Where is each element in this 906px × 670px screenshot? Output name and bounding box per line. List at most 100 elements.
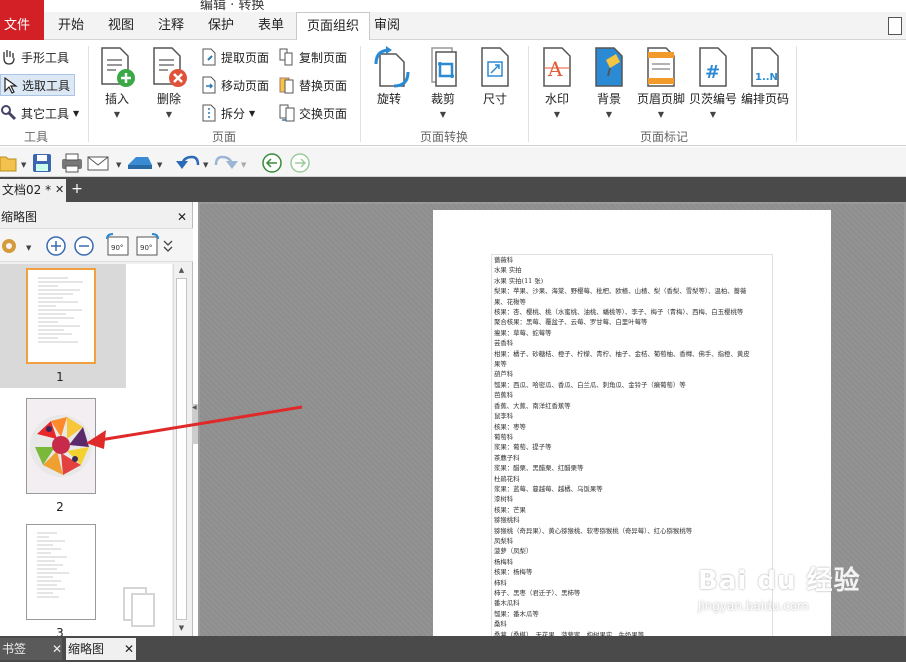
- close-icon[interactable]: ✕: [52, 638, 62, 660]
- size-button[interactable]: 尺寸: [472, 46, 518, 107]
- replace-pages-button[interactable]: 替换页面: [278, 76, 347, 94]
- document-tab[interactable]: 文档02 * ✕: [0, 179, 66, 202]
- notes-icon[interactable]: [888, 17, 902, 35]
- tab-form[interactable]: 表单: [248, 12, 294, 40]
- rotate-right-icon[interactable]: 90°: [136, 233, 159, 256]
- extract-pages-button[interactable]: 提取页面: [200, 48, 269, 66]
- select-tool-button[interactable]: 选取工具: [0, 74, 76, 96]
- chevron-down-icon[interactable]: ▼: [157, 161, 163, 169]
- document-text-line: 桑科: [494, 620, 507, 629]
- bates-number-button[interactable]: # 贝茨编号 ▼: [688, 46, 738, 119]
- tab-home[interactable]: 开始: [48, 12, 94, 40]
- chevron-down-icon[interactable]: ▼: [203, 161, 209, 169]
- thumbnails-tab[interactable]: 缩略图 ✕: [66, 638, 136, 660]
- watermark-label: 水印: [544, 92, 569, 106]
- scroll-thumb[interactable]: [176, 278, 187, 620]
- insert-page-button[interactable]: 插入 ▼: [94, 46, 140, 119]
- chevron-down-icon[interactable]: ▼: [21, 161, 27, 169]
- tab-file[interactable]: 文件: [0, 12, 44, 40]
- scan-icon[interactable]: [128, 157, 152, 169]
- document-text-line: 蔷薇科: [494, 256, 514, 264]
- zoom-in-icon[interactable]: [46, 236, 66, 256]
- watermark-button[interactable]: A 水印 ▼: [534, 46, 580, 119]
- tab-comment[interactable]: 注释: [148, 12, 194, 40]
- panel-collapse-handle[interactable]: ◀: [192, 404, 198, 444]
- background-label: 背景: [596, 92, 621, 106]
- move-page-icon: [200, 76, 218, 94]
- insert-page-icon: [100, 46, 135, 87]
- chevron-down-icon[interactable]: ▼: [26, 244, 32, 252]
- back-icon[interactable]: [262, 153, 282, 173]
- delete-label: 删除: [156, 92, 181, 106]
- size-label: 尺寸: [482, 92, 507, 106]
- chevron-down-icon[interactable]: ▼: [241, 161, 247, 169]
- document-text-line: 香蕉、大蕉、南洋红香蕉等: [494, 401, 571, 410]
- expand-more-icon[interactable]: [163, 240, 173, 252]
- page-number-button[interactable]: 1..N 编排页码: [740, 46, 790, 107]
- extract-page-icon: [200, 48, 218, 66]
- fruit-platter-image: [27, 399, 95, 493]
- bookmarks-tab[interactable]: 书签 ✕: [0, 638, 62, 660]
- header-footer-button[interactable]: 页眉页脚 ▼: [636, 46, 686, 119]
- chevron-down-icon[interactable]: ▼: [116, 161, 122, 169]
- forward-icon[interactable]: [290, 153, 310, 173]
- zoom-out-icon[interactable]: [74, 236, 94, 256]
- crop-icon: [426, 46, 460, 87]
- header-footer-icon: [644, 46, 678, 87]
- page-thumbnail-3[interactable]: [26, 524, 96, 620]
- delete-page-button[interactable]: 删除 ▼: [146, 46, 192, 119]
- rotate-label: 旋转: [376, 92, 401, 106]
- chevron-down-icon: ▼: [605, 110, 613, 119]
- copy-pages-button[interactable]: 复制页面: [278, 48, 347, 66]
- redo-icon[interactable]: [214, 155, 238, 169]
- tab-page-organize[interactable]: 页面组织: [296, 12, 371, 41]
- tab-view[interactable]: 视图: [98, 12, 144, 40]
- scroll-down-arrow[interactable]: ▼: [176, 624, 187, 634]
- page-number-label: 编排页码: [740, 92, 789, 106]
- scroll-up-arrow[interactable]: ▲: [176, 266, 187, 276]
- document-text-line: 核果：杏、樱桃、桃（水蜜桃、油桃、蟠桃等）、李子、梅子（青梅）、西梅、白玉樱桃等: [494, 308, 744, 317]
- delete-page-icon: [152, 46, 187, 87]
- open-folder-icon[interactable]: [0, 156, 17, 172]
- select-cursor-icon: [1, 76, 19, 94]
- tab-review[interactable]: 审阅: [364, 12, 410, 40]
- thumbnails-tab-label: 缩略图: [68, 642, 105, 656]
- page-number-3: 3: [56, 626, 64, 636]
- tab-protect[interactable]: 保护: [198, 12, 244, 40]
- document-text-line: 芭蕉科: [494, 391, 514, 400]
- add-tab-icon[interactable]: +: [70, 181, 84, 197]
- other-tools-button[interactable]: 其它工具 ▼: [0, 104, 79, 122]
- print-icon[interactable]: [62, 153, 82, 173]
- close-icon[interactable]: ✕: [124, 638, 134, 660]
- document-text-line: 茶藨子科: [494, 453, 520, 462]
- swap-pages-button[interactable]: 交换页面: [278, 104, 347, 122]
- chevron-down-icon: ▼: [439, 110, 447, 119]
- undo-icon[interactable]: [176, 155, 200, 169]
- split-button[interactable]: 拆分 ▼: [200, 104, 255, 122]
- thumbnail-scrollbar[interactable]: ▲ ▼: [173, 264, 189, 636]
- hand-tool-label: 手形工具: [21, 50, 70, 65]
- document-text-line: 芸香科: [494, 339, 514, 348]
- svg-text:90°: 90°: [111, 244, 123, 252]
- chevron-down-icon: ▼: [553, 110, 561, 119]
- move-pages-button[interactable]: 移动页面: [200, 76, 269, 94]
- close-icon[interactable]: ✕: [177, 207, 187, 227]
- svg-text:1..N: 1..N: [755, 72, 778, 83]
- page-thumbnail-1[interactable]: [26, 268, 96, 364]
- page-number-2: 2: [56, 500, 64, 514]
- close-icon[interactable]: ✕: [55, 179, 64, 201]
- save-icon[interactable]: [33, 154, 51, 172]
- thumbnail-toolbar: ▼ 90° 90°: [0, 228, 193, 262]
- email-icon[interactable]: [87, 156, 109, 171]
- rotate-button[interactable]: 旋转: [366, 46, 412, 107]
- hand-tool-button[interactable]: 手形工具: [0, 48, 69, 66]
- transform-group-label: 页面转换: [420, 130, 469, 144]
- rotate-left-icon[interactable]: 90°: [106, 233, 129, 256]
- document-text-line: 鼠李科: [494, 412, 514, 421]
- bookmarks-tab-label: 书签: [2, 642, 27, 656]
- background-button[interactable]: 背景 ▼: [586, 46, 632, 119]
- page-thumbnail-2[interactable]: [26, 398, 96, 494]
- gear-icon[interactable]: [2, 239, 16, 253]
- move-pages-label: 移动页面: [221, 78, 270, 93]
- crop-button[interactable]: 裁剪 ▼: [420, 46, 466, 119]
